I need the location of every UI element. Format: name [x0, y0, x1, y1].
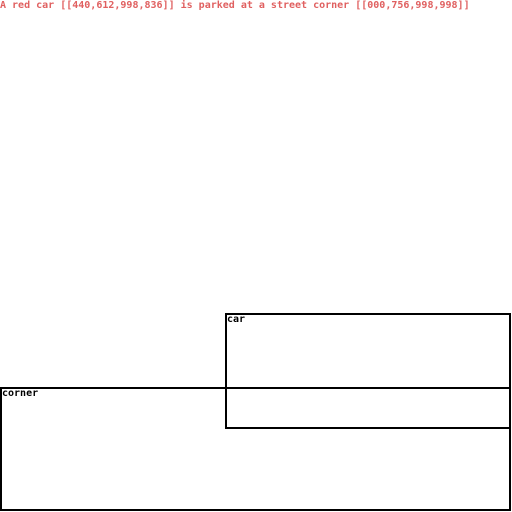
corner-bounding-box: corner	[0, 387, 511, 511]
corner-box-label: corner	[2, 388, 39, 399]
caption-text: A red car [[440,612,998,836]] is parked …	[0, 0, 470, 11]
car-box-label: car	[227, 314, 246, 325]
